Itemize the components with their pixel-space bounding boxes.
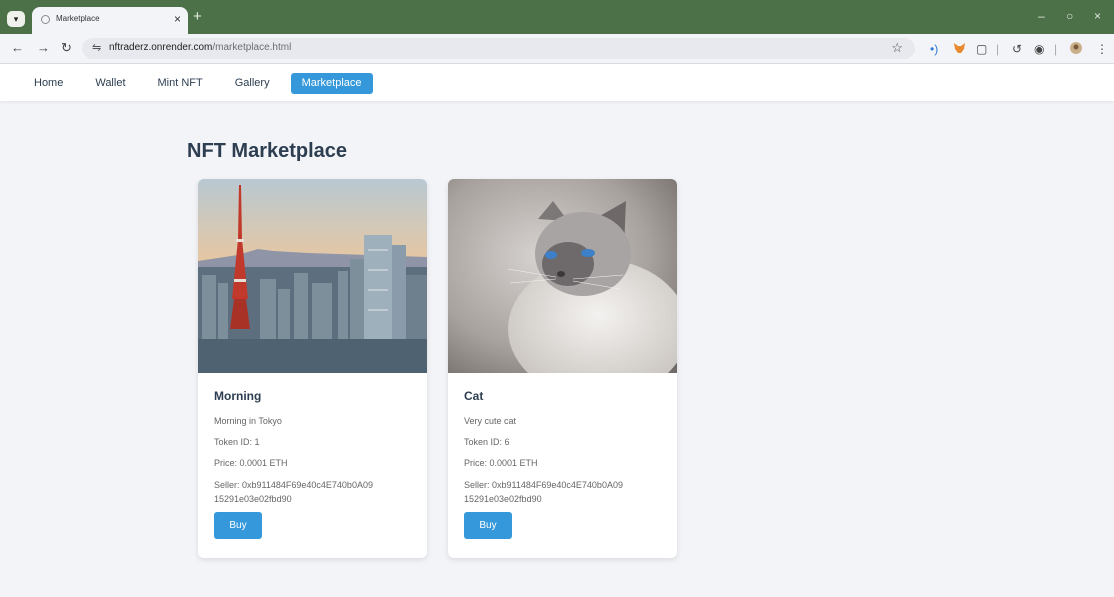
site-navbar: Home Wallet Mint NFT Gallery Marketplace [0,64,1114,101]
bookmark-star-icon[interactable]: ☆ [891,40,903,56]
audio-extension-icon[interactable]: •) [930,42,938,56]
nav-gallery[interactable]: Gallery [224,73,281,94]
nft-token-id: Token ID: 6 [464,437,510,447]
nav-home[interactable]: Home [23,73,74,94]
metamask-extension-icon[interactable] [953,42,966,57]
url-text: nftraderz.onrender.com/marketplace.html [109,42,292,53]
nft-description: Very cute cat [464,416,517,426]
browser-menu-icon[interactable]: ⋮ [1096,42,1108,56]
shield-extension-icon[interactable]: ◉ [1034,42,1044,56]
buy-button[interactable]: Buy [214,512,262,539]
window-close-icon[interactable]: × [1094,9,1101,23]
tab-title: Marketplace [56,14,100,23]
address-bar[interactable]: ⇋ nftraderz.onrender.com/marketplace.htm… [82,38,915,59]
nav-marketplace[interactable]: Marketplace [290,73,373,94]
history-icon[interactable]: ↺ [1012,42,1022,56]
toolbar-divider: | [996,42,1000,56]
nav-wallet[interactable]: Wallet [84,73,136,94]
page-title: NFT Marketplace [187,140,348,162]
globe-icon [41,15,50,24]
nft-image-tokyo [198,179,427,373]
browser-titlebar: ▾ Marketplace × + – ○ × [0,0,1114,34]
buy-button[interactable]: Buy [464,512,512,539]
nft-card: Morning Morning in Tokyo Token ID: 1 Pri… [198,179,427,558]
nft-seller: Seller: 0xb911484F69e40c4E740b0A0915291e… [214,480,373,504]
new-tab-icon[interactable]: + [193,8,202,25]
nft-card: Cat Very cute cat Token ID: 6 Price: 0.0… [448,179,677,558]
extensions-puzzle-icon[interactable]: ▢ [976,42,987,56]
profile-avatar-icon[interactable] [1070,42,1082,57]
browser-toolbar: ← → ↻ ⇋ nftraderz.onrender.com/marketpla… [0,34,1114,64]
nav-mint-nft[interactable]: Mint NFT [147,73,214,94]
close-tab-icon[interactable]: × [174,12,181,26]
site-settings-icon[interactable]: ⇋ [92,41,101,54]
nft-price: Price: 0.0001 ETH [464,458,538,468]
minimize-icon[interactable]: – [1038,9,1045,23]
nft-seller: Seller: 0xb911484F69e40c4E740b0A0915291e… [464,480,623,504]
nft-price: Price: 0.0001 ETH [214,458,288,468]
reload-icon[interactable]: ↻ [61,40,72,56]
nft-image-cat [448,179,677,373]
nft-description: Morning in Tokyo [214,416,282,426]
nft-title: Morning [214,389,262,403]
forward-icon[interactable]: → [37,40,50,55]
restore-icon[interactable]: ○ [1066,9,1073,23]
toolbar-divider: | [1054,42,1058,56]
nft-title: Cat [464,389,484,403]
nft-token-id: Token ID: 1 [214,437,260,447]
tab-search-icon[interactable]: ▾ [7,11,25,27]
back-icon[interactable]: ← [11,40,24,55]
browser-tab[interactable]: Marketplace × [32,7,188,34]
